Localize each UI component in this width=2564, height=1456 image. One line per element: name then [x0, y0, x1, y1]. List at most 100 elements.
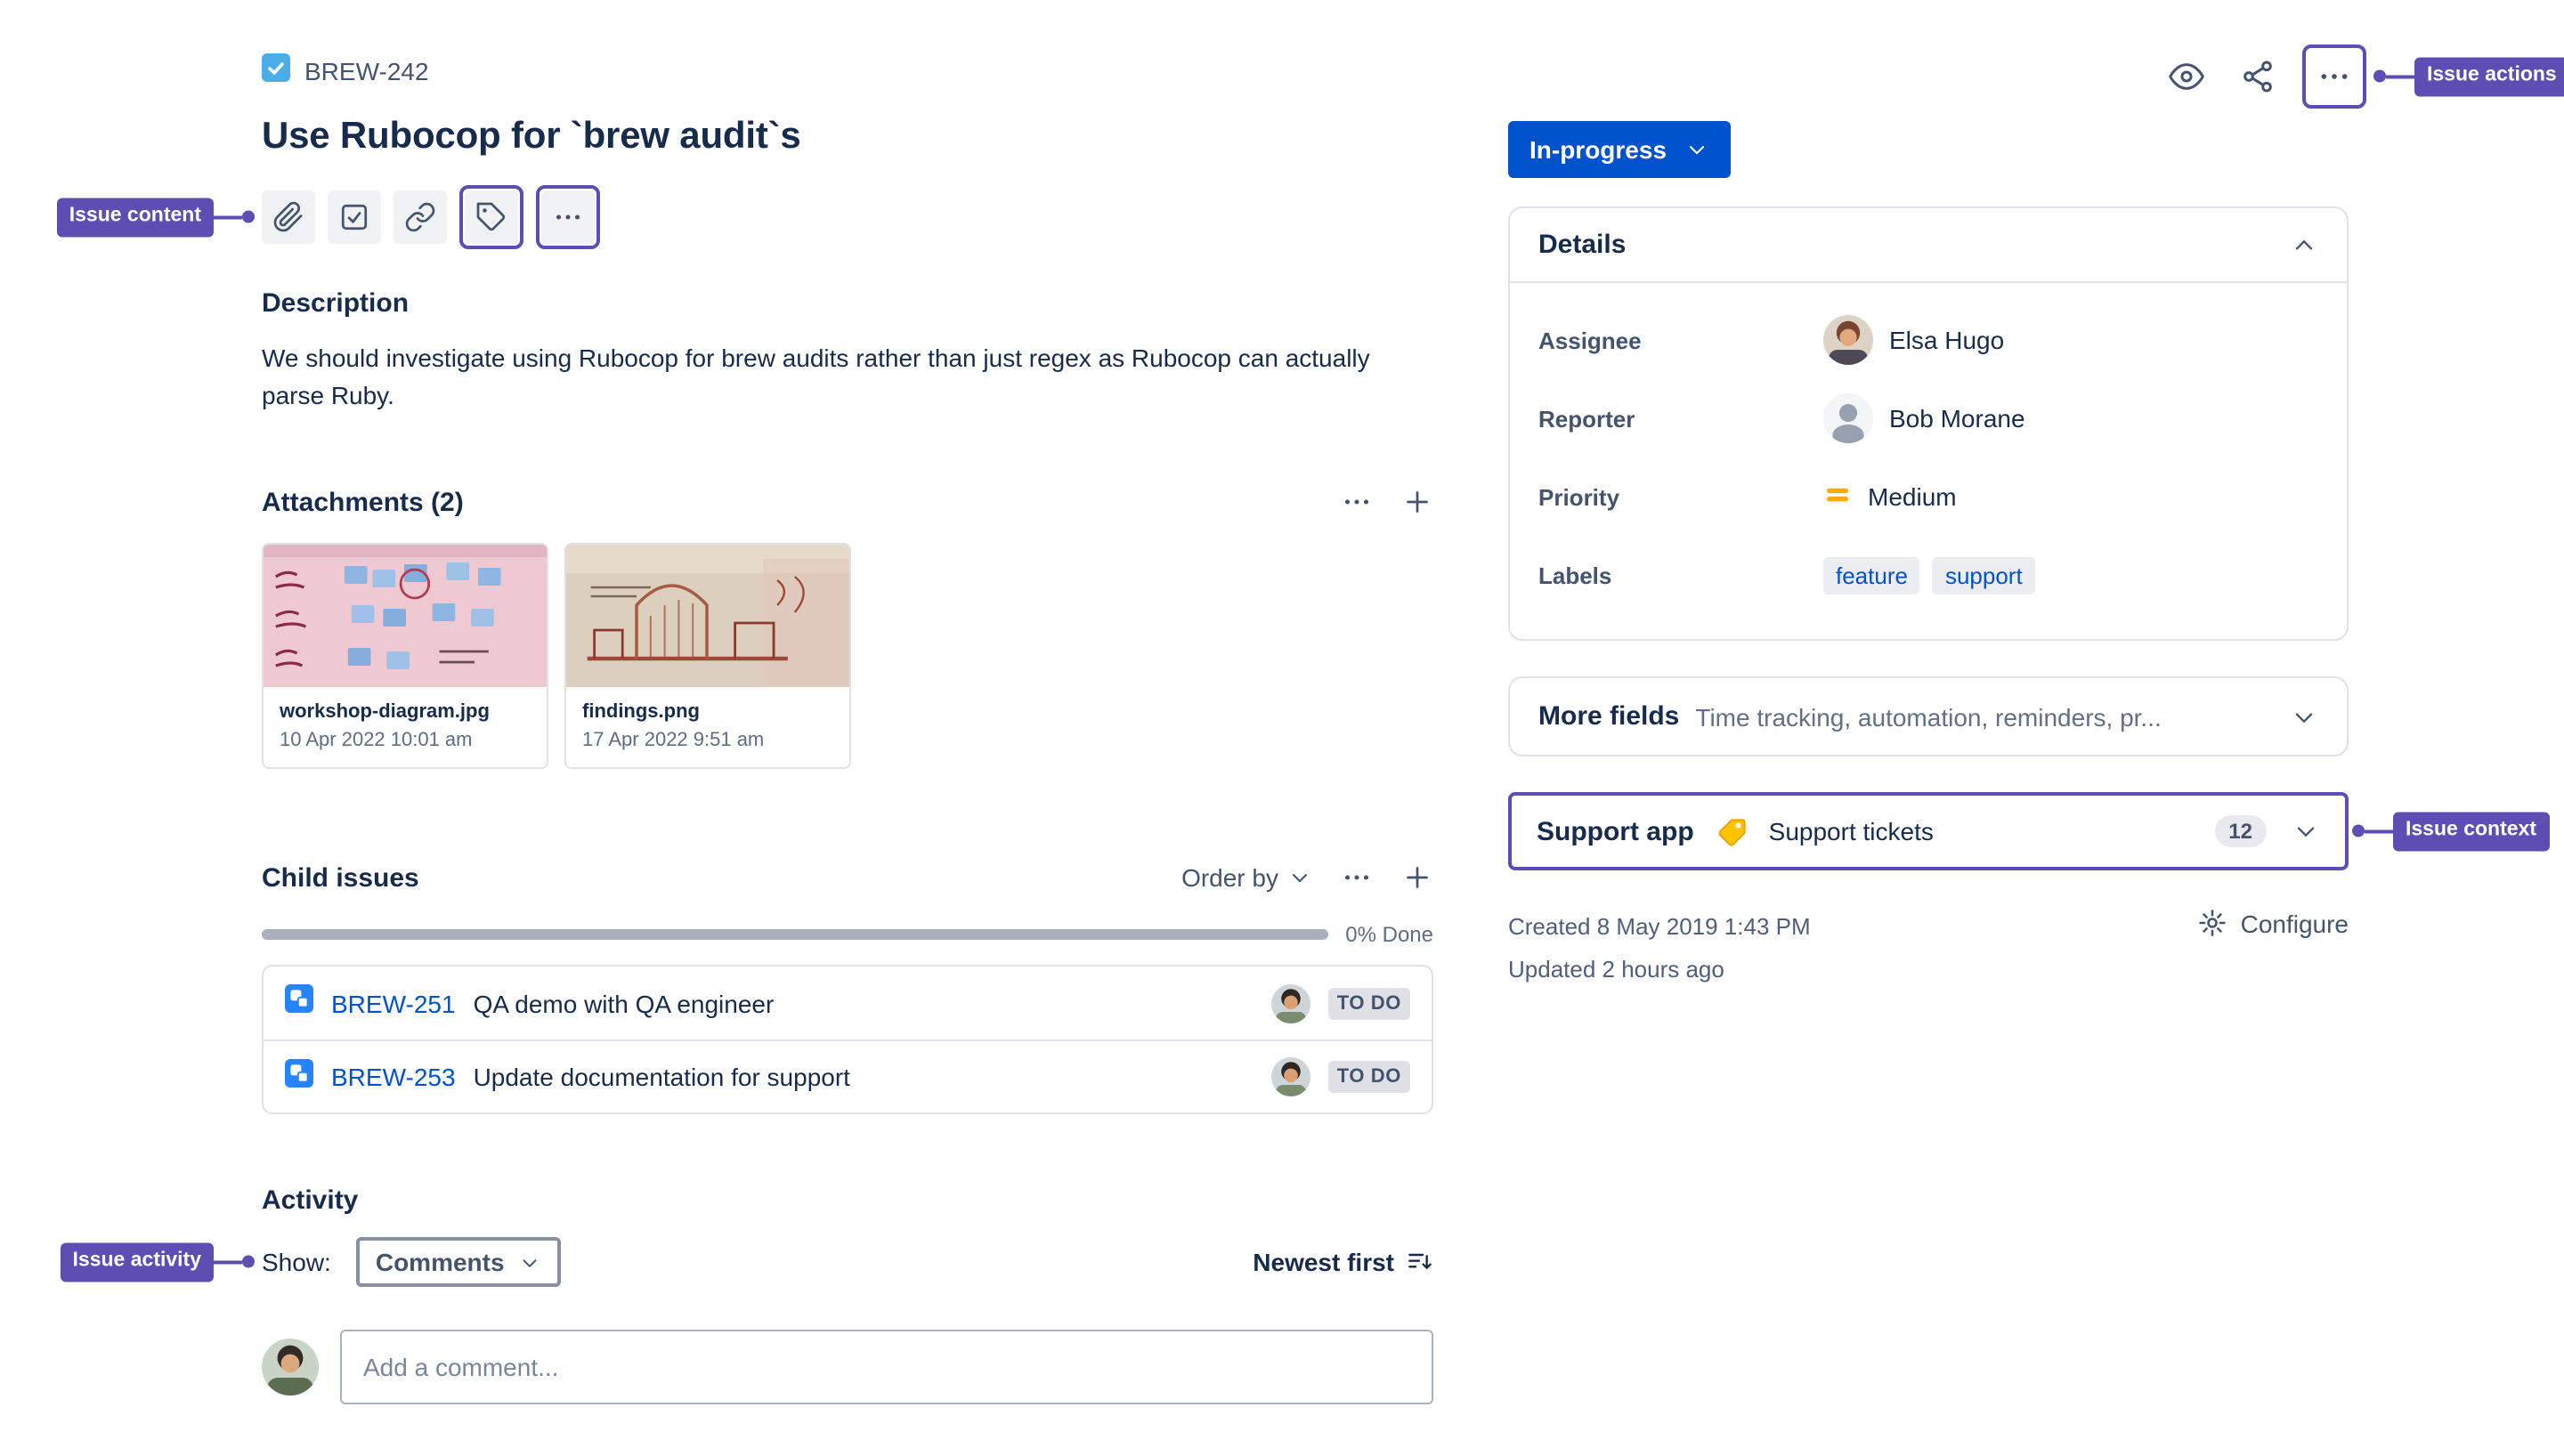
order-by-button[interactable]: Order by [1181, 863, 1312, 892]
label-chip[interactable]: support [1932, 556, 2035, 594]
issue-context-column: In-progress Details Assignee Elsa Hugo R… [1508, 43, 2549, 983]
labels-field: Labels feature support [1538, 536, 2318, 614]
child-issue-row[interactable]: BREW-253 Update documentation for suppor… [264, 1039, 1432, 1112]
tag-button-highlight [459, 185, 523, 249]
attachment-date: 10 Apr 2022 10:01 am [280, 730, 473, 751]
issue-key-link[interactable]: BREW-242 [304, 57, 429, 85]
chevron-down-icon [519, 1250, 542, 1274]
add-label-button[interactable] [465, 190, 518, 244]
activity-heading: Activity [262, 1185, 359, 1216]
assignee-field: Assignee Elsa Hugo [1538, 301, 2318, 379]
sort-descending-icon [1405, 1248, 1433, 1276]
attachment-card[interactable]: workshop-diagram.jpg 10 Apr 2022 10:01 a… [262, 543, 548, 769]
attachment-date: 17 Apr 2022 9:51 am [582, 730, 765, 751]
child-issue-key-link[interactable]: BREW-251 [331, 989, 456, 1017]
child-issues-progress: 0% Done [262, 922, 1433, 947]
more-fields-panel[interactable]: More fields Time tracking, automation, r… [1508, 676, 2349, 756]
description-text[interactable]: We should investigate using Rubocop for … [262, 340, 1416, 415]
label-chip[interactable]: feature [1823, 556, 1920, 594]
attachments-more-button[interactable] [1341, 486, 1373, 518]
activity-controls: Show: Comments Newest first Issue activi… [60, 1237, 1433, 1287]
child-issues-add-button[interactable] [1401, 861, 1433, 894]
reporter-name: Bob Morane [1889, 404, 2025, 433]
annotation-dot [242, 211, 255, 223]
attachment-thumbnail-whiteboard [264, 545, 547, 687]
status-badge[interactable]: TO DO [1327, 1061, 1410, 1093]
child-issues-list: BREW-251 QA demo with QA engineer TO DO … [262, 965, 1433, 1114]
annotation-line [2365, 829, 2393, 833]
quick-add-toolbar: Issue content [56, 185, 1433, 249]
status-button[interactable]: In-progress [1508, 121, 1732, 178]
support-app-heading: Support app [1537, 816, 1694, 846]
more-fields-heading: More fields [1538, 701, 1680, 732]
child-assignee-avatar[interactable] [1270, 1057, 1310, 1096]
priority-value[interactable]: Medium [1823, 480, 1957, 514]
assignee-name: Elsa Hugo [1889, 326, 2005, 354]
comments-filter-button[interactable]: Comments [355, 1237, 562, 1287]
priority-field: Priority Medium [1538, 457, 2318, 536]
annotation-issue-actions: Issue actions [2373, 57, 2564, 96]
child-issue-row[interactable]: BREW-251 QA demo with QA engineer TO DO [264, 967, 1432, 1039]
updated-text: Updated 2 hours ago [1508, 956, 1724, 983]
paperclip-icon [272, 201, 304, 233]
quickadd-more-button[interactable] [541, 190, 595, 244]
child-issue-key-link[interactable]: BREW-253 [331, 1063, 456, 1091]
chevron-down-icon [1684, 137, 1709, 162]
annotation-dot [242, 1256, 255, 1268]
attachments-add-button[interactable] [1401, 486, 1433, 518]
tag-icon [475, 201, 507, 233]
show-label: Show: [262, 1248, 331, 1276]
child-issues-header: Child issues Order by [262, 861, 1433, 894]
support-app-panel[interactable]: Support app Support tickets 12 Issue con… [1508, 792, 2549, 870]
add-child-issue-button[interactable] [328, 190, 381, 244]
annotation-label: Issue activity [60, 1242, 214, 1282]
annotation-issue-content: Issue content [56, 198, 255, 237]
add-comment-row [262, 1330, 1433, 1404]
labels-value: feature support [1823, 556, 2035, 594]
subtask-type-icon [285, 1058, 313, 1096]
task-type-icon[interactable] [262, 53, 290, 90]
current-user-avatar [262, 1339, 319, 1395]
details-panel: Details Assignee Elsa Hugo Reporter Bob … [1508, 206, 2349, 641]
configure-button[interactable]: Configure [2198, 908, 2349, 938]
child-assignee-avatar[interactable] [1270, 983, 1310, 1023]
annotation-issue-context: Issue context [2352, 812, 2549, 851]
more-quickadd-highlight [536, 185, 600, 249]
comment-input[interactable] [340, 1330, 1433, 1404]
labels-label: Labels [1538, 562, 1612, 588]
attach-button[interactable] [262, 190, 315, 244]
child-issue-summary[interactable]: Update documentation for support [474, 1063, 1254, 1091]
annotation-line [214, 215, 242, 219]
sort-label: Newest first [1253, 1248, 1394, 1276]
link-issue-button[interactable] [394, 190, 447, 244]
reporter-field: Reporter Bob Morane [1538, 379, 2318, 457]
order-by-label: Order by [1181, 863, 1278, 892]
breadcrumb: BREW-242 [262, 53, 1433, 89]
configure-label: Configure [2240, 909, 2349, 937]
issue-title[interactable]: Use Rubocop for `brew audit`s [262, 114, 1433, 160]
annotation-dot [2373, 70, 2386, 83]
ellipsis-icon [1341, 486, 1373, 518]
child-issue-summary[interactable]: QA demo with QA engineer [474, 989, 1254, 1017]
child-issues-progress-bar [262, 929, 1328, 940]
subtask-type-icon [285, 984, 313, 1022]
reporter-value[interactable]: Bob Morane [1823, 393, 2025, 443]
status-badge[interactable]: TO DO [1327, 987, 1410, 1019]
plus-icon [1401, 486, 1433, 518]
priority-label: Priority [1538, 483, 1620, 510]
attachment-card[interactable]: findings.png 17 Apr 2022 9:51 am [564, 543, 851, 769]
assignee-value[interactable]: Elsa Hugo [1823, 315, 2004, 365]
sort-order-button[interactable]: Newest first [1253, 1248, 1433, 1276]
more-fields-summary: Time tracking, automation, reminders, pr… [1695, 702, 2162, 731]
ellipsis-icon [552, 201, 584, 233]
reporter-avatar [1823, 393, 1873, 443]
details-panel-header[interactable]: Details [1510, 208, 2347, 283]
attachment-thumbnail-drawing [566, 545, 849, 687]
attachments-header: Attachments (2) [262, 486, 1433, 518]
child-issues-more-button[interactable] [1341, 861, 1373, 894]
attachment-caption: findings.png 17 Apr 2022 9:51 am [566, 687, 849, 767]
annotation-issue-activity: Issue activity [60, 1242, 255, 1282]
priority-medium-icon [1823, 480, 1852, 514]
checkbox-check-icon [338, 201, 370, 233]
priority-name: Medium [1868, 482, 1957, 511]
